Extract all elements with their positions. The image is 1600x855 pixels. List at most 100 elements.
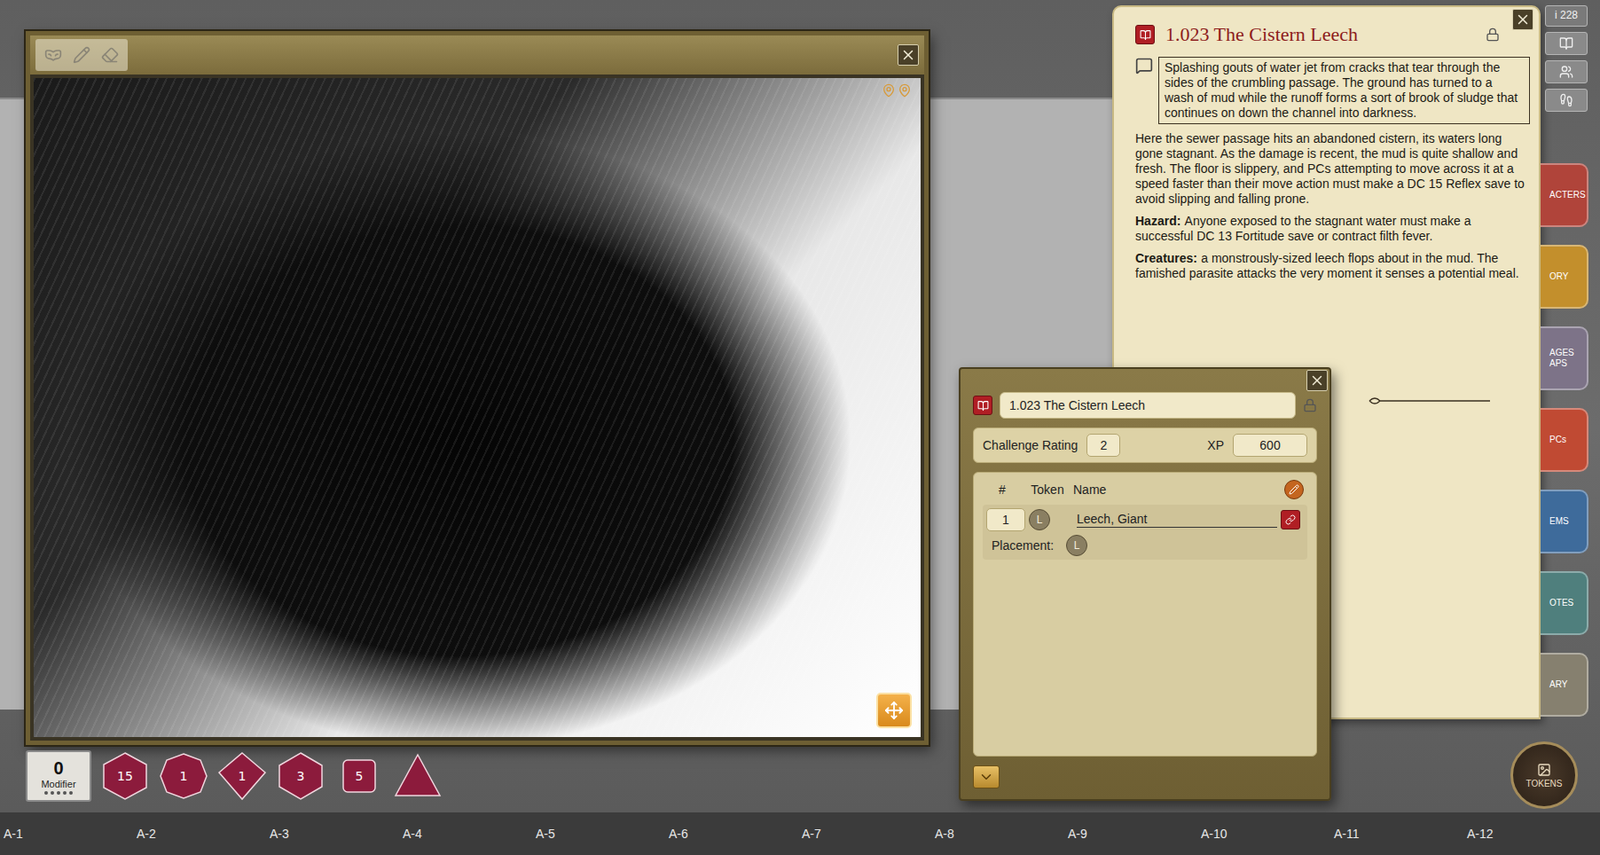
creature-table: #TokenName1LLeech, GiantPlacement:L — [972, 471, 1318, 757]
encounter-window[interactable]: 1.023 The Cistern LeechChallenge Rating2… — [958, 367, 1332, 801]
close-icon[interactable] — [897, 44, 919, 66]
pins — [881, 83, 912, 98]
lock-icon[interactable] — [1302, 398, 1318, 413]
grid-label: A-8 — [931, 826, 1065, 841]
sidebar-tab[interactable]: AGES APS — [1540, 326, 1589, 391]
footprints-icon[interactable] — [1545, 88, 1588, 112]
sidebar-tab[interactable]: ORY — [1540, 244, 1589, 309]
d12-die-icon[interactable]: 1 — [158, 751, 209, 801]
encounter-link-icon[interactable] — [972, 395, 993, 416]
book-icon[interactable] — [1545, 31, 1588, 55]
modifier-box[interactable]: 0Modifier — [25, 750, 92, 802]
table-row[interactable]: 1LLeech, GiantPlacement:L — [982, 504, 1308, 560]
pin-icon[interactable] — [881, 83, 896, 98]
sidebar-tab[interactable]: ARY — [1540, 652, 1589, 717]
close-icon[interactable] — [1306, 369, 1328, 392]
table-header: #TokenName — [982, 479, 1308, 500]
story-title: 1.023 The Cistern Leech — [1165, 23, 1475, 47]
grid-label: A-4 — [399, 826, 533, 841]
svg-text:3: 3 — [297, 768, 306, 784]
info-badge[interactable]: i 228 — [1545, 5, 1588, 27]
grid-label: A-12 — [1463, 826, 1597, 841]
token[interactable]: L — [1028, 509, 1051, 531]
svg-text:15: 15 — [117, 768, 134, 784]
grid-label: A-5 — [532, 826, 666, 841]
placement-row: Placement:L — [986, 534, 1304, 557]
lock-icon[interactable] — [1485, 27, 1500, 42]
flourish-icon — [1367, 394, 1492, 408]
d6-die-icon[interactable]: 5 — [334, 751, 385, 801]
workspace: 1.023 The Cistern Leech Splashing gouts o… — [0, 0, 1600, 813]
d8-die-icon[interactable]: 3 — [275, 751, 326, 801]
dot — [62, 791, 67, 795]
pin-icon[interactable] — [897, 83, 912, 98]
column-header: Name — [1073, 482, 1281, 497]
image-toolbar — [30, 35, 925, 75]
illustration — [33, 78, 921, 738]
modifier-dots — [44, 791, 73, 795]
modifier-value: 0 — [53, 758, 63, 779]
separator — [1367, 394, 1492, 411]
story-link-icon[interactable] — [1135, 24, 1155, 45]
tool-group — [35, 39, 128, 71]
users-icon[interactable] — [1545, 60, 1588, 84]
story-paragraph: Hazard:Anyone exposed to the stagnant wa… — [1135, 213, 1530, 244]
chevron-down-icon[interactable] — [972, 765, 1000, 789]
xp-field[interactable]: 600 — [1232, 433, 1308, 457]
grid-label-bar: A-1A-2A-3A-4A-5A-6A-7A-8A-9A-10A-11A-12 — [0, 812, 1600, 855]
mask-icon[interactable] — [40, 42, 66, 68]
dot — [56, 791, 61, 795]
story-paragraph: Here the sewer passage hits an abandoned… — [1135, 131, 1530, 207]
image-window[interactable] — [25, 31, 929, 746]
boxed-text-row: Splashing gouts of water jet from cracks… — [1135, 56, 1530, 125]
column-header: Token — [1025, 482, 1070, 497]
svg-text:1: 1 — [180, 768, 189, 784]
speech-icon[interactable] — [1135, 56, 1153, 75]
sidebar-tab[interactable]: EMS — [1540, 489, 1589, 554]
pencil-icon[interactable] — [69, 42, 95, 68]
dot — [50, 791, 55, 795]
sidebar-tab[interactable]: OTES — [1540, 571, 1589, 636]
tokens-icon — [1537, 762, 1552, 777]
story-paragraph: Creatures:a monstrously-sized leech flop… — [1135, 250, 1530, 282]
grid-label: A-3 — [266, 826, 400, 841]
svg-text:5: 5 — [355, 768, 364, 784]
d20-die-icon[interactable]: 15 — [100, 751, 150, 801]
creature-link-icon[interactable] — [1280, 509, 1301, 530]
desktop: 1.023 The Cistern Leech Splashing gouts o… — [0, 0, 1600, 855]
grid-label: A-1 — [0, 826, 134, 841]
sidebar: ACTERS ORY AGES APS PCs EMS OTES ARY — [1540, 163, 1589, 717]
column-header: # — [982, 482, 1022, 497]
edit-icon[interactable] — [1284, 479, 1304, 500]
grid-label: A-10 — [1197, 826, 1331, 841]
story-title-row: 1.023 The Cistern Leech — [1135, 19, 1530, 50]
sidebar-tab[interactable]: PCs — [1540, 407, 1589, 472]
encounter-name-field[interactable]: 1.023 The Cistern Leech — [999, 392, 1296, 419]
grid-label: A-6 — [665, 826, 799, 841]
grid-label: A-2 — [133, 826, 267, 841]
grid-label: A-11 — [1330, 826, 1464, 841]
top-right-tools: i 228 — [1545, 5, 1588, 112]
encounter-name-row: 1.023 The Cistern Leech — [972, 392, 1318, 419]
grid-label: A-9 — [1064, 826, 1198, 841]
placement-token[interactable]: L — [1066, 534, 1088, 557]
dot — [44, 791, 48, 795]
dice-tray: 0Modifier 15 1 1 3 5 — [25, 750, 443, 802]
paragraph-label: Hazard: — [1135, 213, 1181, 228]
creature-name[interactable]: Leech, Giant — [1076, 511, 1278, 528]
dot — [69, 791, 73, 795]
grid-label: A-7 — [798, 826, 932, 841]
boxed-text: Splashing gouts of water jet from cracks… — [1158, 56, 1530, 125]
count-field[interactable]: 1 — [986, 508, 1026, 532]
tokens-button[interactable]: TOKENS — [1510, 741, 1578, 809]
sidebar-tab[interactable]: ACTERS — [1540, 163, 1589, 228]
d4-die-icon[interactable] — [392, 751, 443, 801]
modifier-label: Modifier — [40, 778, 76, 790]
cr-field[interactable]: 2 — [1086, 433, 1121, 457]
close-icon[interactable] — [1512, 8, 1534, 31]
move-icon[interactable] — [876, 692, 912, 729]
paragraph-label: Creatures: — [1135, 250, 1198, 266]
d10-die-icon[interactable]: 1 — [217, 751, 267, 801]
svg-text:1: 1 — [238, 768, 247, 784]
eraser-icon[interactable] — [97, 42, 123, 68]
